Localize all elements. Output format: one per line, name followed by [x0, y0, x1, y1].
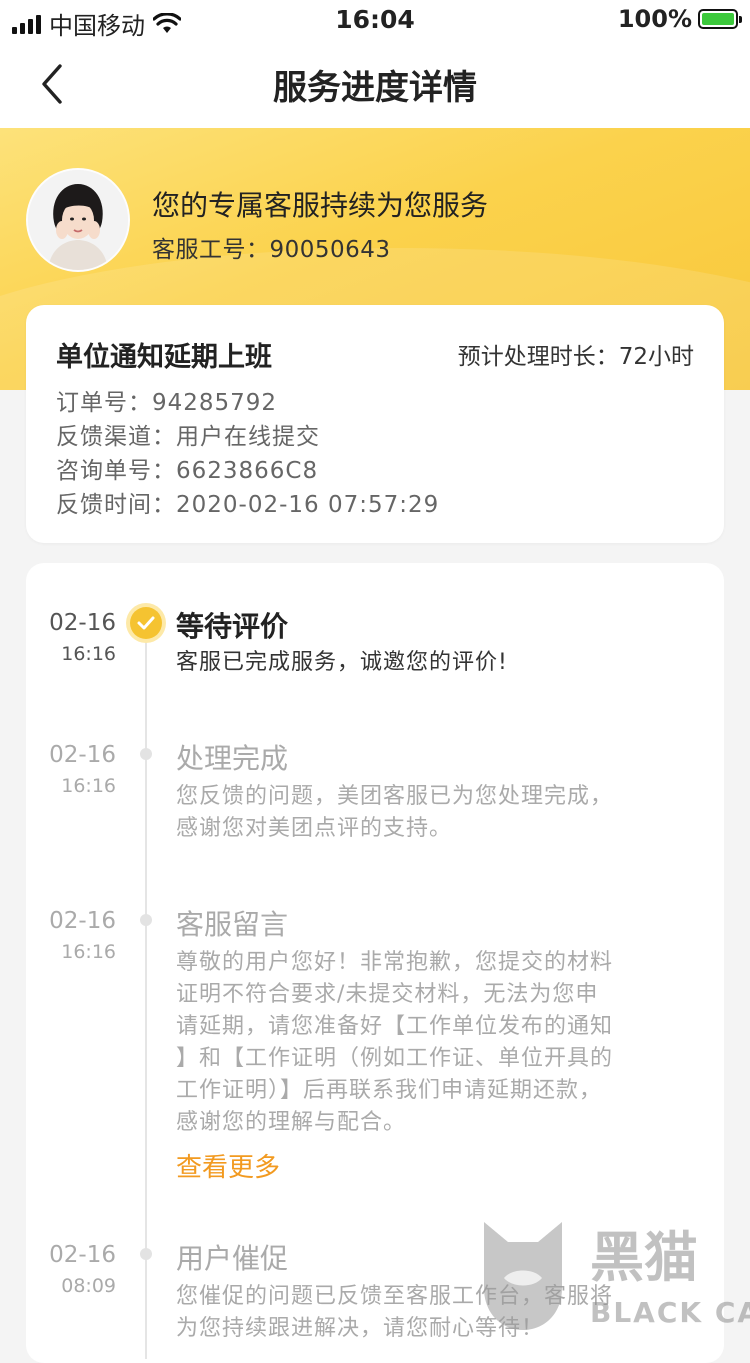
- timeline-time: 08:09: [61, 1275, 116, 1297]
- status-bar: 中国移动 16:04 100%: [0, 0, 750, 40]
- order-info-card: 单位通知延期上班 预计处理时长：72小时 订单号：94285792 反馈渠道：用…: [26, 305, 724, 543]
- timeline-text: 客服已完成服务，诚邀您的评价!: [176, 650, 508, 675]
- order-eta: 预计处理时长：72小时: [457, 344, 694, 370]
- battery-percent: 100%: [617, 5, 692, 33]
- timeline-text: 】和【工作证明（例如工作证、单位开具的: [176, 1046, 614, 1071]
- check-icon: [130, 607, 162, 639]
- timeline-dot: [140, 1248, 152, 1260]
- timeline-title: 处理完成: [176, 742, 289, 775]
- timeline-time: 16:16: [61, 643, 116, 665]
- timeline-body: 尊敬的用户您好！非常抱歉，您提交的材料 证明不符合要求/未提交材料，无法为您申 …: [176, 947, 686, 1139]
- timeline-text: 证明不符合要求/未提交材料，无法为您申: [176, 982, 599, 1007]
- timeline-body: 您反馈的问题，美团客服已为您处理完成， 感谢您对美团点评的支持。: [176, 781, 686, 845]
- timeline-text: 感谢您的理解与配合。: [176, 1110, 407, 1135]
- battery-icon: [698, 9, 742, 29]
- watermark-cn: 黑猫: [590, 1226, 698, 1289]
- order-number: 订单号：94285792: [56, 390, 278, 416]
- feedback-channel: 反馈渠道：用户在线提交: [56, 424, 320, 450]
- timeline-dot: [140, 748, 152, 760]
- timeline-date: 02-16: [49, 742, 116, 768]
- watermark-en: BLACK CAT: [590, 1296, 750, 1329]
- order-title: 单位通知延期上班: [56, 342, 272, 373]
- timeline-time: 16:16: [61, 775, 116, 797]
- timeline-dot: [140, 914, 152, 926]
- timeline-text: 请延期，请您准备好【工作单位发布的通知: [176, 1014, 614, 1039]
- status-right: 100%: [617, 5, 742, 33]
- timeline-date: 02-16: [49, 908, 116, 934]
- timeline-title: 用户催促: [176, 1242, 289, 1275]
- page-title: 服务进度详情: [273, 68, 477, 108]
- timeline-text: 工作证明）】后再联系我们申请延期还款，: [176, 1078, 603, 1103]
- timeline-title: 等待评价: [176, 610, 289, 643]
- timeline-date: 02-16: [49, 610, 116, 636]
- agent-id: 客服工号：90050643: [152, 237, 391, 263]
- timeline-text: 尊敬的用户您好！非常抱歉，您提交的材料: [176, 950, 614, 975]
- timeline-body: 客服已完成服务，诚邀您的评价!: [176, 647, 686, 679]
- timeline-title: 客服留言: [176, 908, 289, 941]
- agent-headline: 您的专属客服持续为您服务: [152, 189, 489, 222]
- feedback-time: 反馈时间：2020-02-16 07:57:29: [56, 492, 440, 518]
- black-cat-watermark: 黑猫 BLACK CAT: [478, 1218, 750, 1334]
- timeline-text: 您反馈的问题，美团客服已为您处理完成，: [176, 784, 614, 809]
- timeline-date: 02-16: [49, 1242, 116, 1268]
- view-more-link[interactable]: 查看更多: [176, 1147, 280, 1184]
- timeline-text: 感谢您对美团点评的支持。: [176, 816, 453, 841]
- timeline-time: 16:16: [61, 941, 116, 963]
- inquiry-number: 咨询单号：6623866C8: [56, 458, 319, 484]
- nav-bar: 服务进度详情: [0, 40, 750, 128]
- agent-avatar: [26, 168, 130, 272]
